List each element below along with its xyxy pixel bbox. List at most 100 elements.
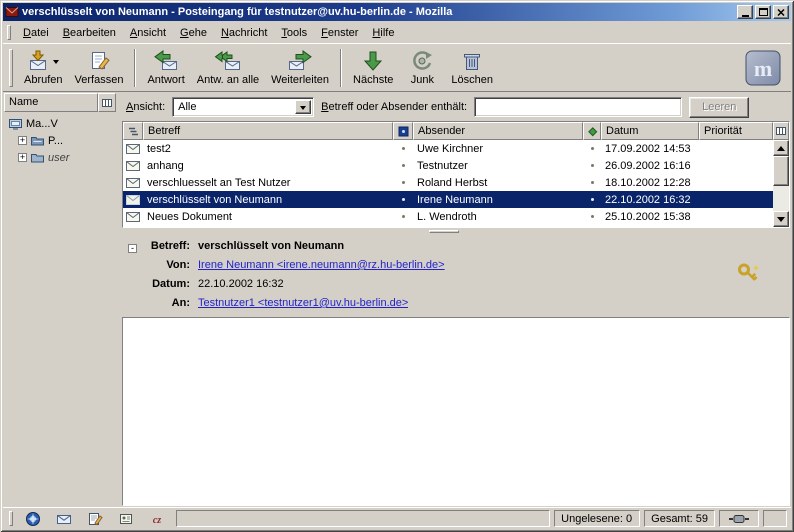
close-button[interactable] <box>773 5 789 19</box>
message-row-selected[interactable]: verschlüsselt von Neumann Irene Neumann … <box>123 191 773 208</box>
date-value: 22.10.2002 16:32 <box>198 278 284 290</box>
message-row[interactable]: Neues Dokument L. Wendroth 25.10.2002 15… <box>123 208 773 225</box>
menu-hilfe[interactable]: Hilfe <box>365 24 401 42</box>
folder-column-picker-button[interactable] <box>98 93 116 112</box>
get-mail-dropdown-icon[interactable] <box>51 51 62 71</box>
flag-cell[interactable] <box>393 147 413 150</box>
envelope-icon <box>123 161 143 171</box>
compose-button[interactable]: Verfassen <box>69 46 130 90</box>
date-column-header[interactable]: Datum <box>601 122 699 140</box>
mozilla-logo[interactable]: m <box>745 50 781 86</box>
read-dot-icon <box>591 215 594 218</box>
header-twisty-icon[interactable]: - <box>128 244 137 253</box>
forward-button[interactable]: Weiterleiten <box>265 46 335 90</box>
flag-column-header[interactable] <box>393 122 413 140</box>
menu-datei[interactable]: Datei <box>16 24 56 42</box>
folder-item-user[interactable]: + user <box>4 149 116 166</box>
security-key-icon[interactable] <box>736 261 760 285</box>
navigator-icon[interactable] <box>24 511 42 527</box>
online-status-panel[interactable] <box>719 510 759 527</box>
to-address-link[interactable]: Testnutzer1 <testnutzer1@uv.hu-berlin.de… <box>198 297 408 309</box>
flag-icon <box>398 126 409 137</box>
next-button[interactable]: Nächste <box>347 46 399 90</box>
scrollbar-thumb[interactable] <box>773 156 789 186</box>
menu-gehe[interactable]: Gehe <box>173 24 214 42</box>
message-pane-splitter[interactable] <box>122 228 790 235</box>
reply-button[interactable]: Antwort <box>141 46 190 90</box>
menu-bar: Datei Bearbeiten Ansicht Gehe Nachricht … <box>3 22 791 43</box>
from-address-link[interactable]: Irene Neumann <irene.neumann@rz.hu-berli… <box>198 259 445 271</box>
title-bar[interactable]: verschlüsselt von Neumann - Posteingang … <box>3 3 791 21</box>
address-book-icon[interactable] <box>117 511 135 527</box>
menu-tools[interactable]: Tools <box>274 24 314 42</box>
read-cell[interactable] <box>583 198 601 201</box>
read-column-header[interactable] <box>583 122 601 140</box>
scroll-up-button[interactable] <box>773 140 789 156</box>
get-mail-button[interactable]: Abrufen <box>18 46 69 90</box>
read-cell[interactable] <box>583 147 601 150</box>
read-dot-icon <box>591 147 594 150</box>
sender-column-header[interactable]: Absender <box>413 122 583 140</box>
read-cell[interactable] <box>583 215 601 218</box>
message-row[interactable]: test2 Uwe Kirchner 17.09.2002 14:53 <box>123 140 773 157</box>
menu-ansicht[interactable]: Ansicht <box>123 24 173 42</box>
folder-item-inbox[interactable]: + P... <box>4 132 116 149</box>
composer-icon[interactable] <box>86 511 104 527</box>
statusbar-grippy[interactable] <box>9 511 13 526</box>
flag-cell[interactable] <box>393 215 413 218</box>
thread-list-scrollbar[interactable] <box>773 122 789 227</box>
flag-cell[interactable] <box>393 181 413 184</box>
clear-button[interactable]: Leeren <box>689 97 749 118</box>
subject-column-header[interactable]: Betreff <box>143 122 393 140</box>
thread-column-header[interactable] <box>123 122 143 140</box>
menu-nachricht[interactable]: Nachricht <box>214 24 274 42</box>
junk-button[interactable]: Junk <box>399 46 445 90</box>
folder-item-account[interactable]: Ma...V <box>4 115 116 132</box>
message-body[interactable] <box>122 317 790 506</box>
minimize-button[interactable] <box>737 5 753 19</box>
scroll-down-button[interactable] <box>773 211 789 227</box>
expander-icon[interactable]: + <box>18 153 27 162</box>
date-label: Datum: <box>128 278 190 290</box>
search-input[interactable] <box>474 97 682 117</box>
flag-cell[interactable] <box>393 164 413 167</box>
reply-all-button[interactable]: Antw. an alle <box>191 46 265 90</box>
delete-button[interactable]: Löschen <box>445 46 499 90</box>
compose-label: Verfassen <box>75 74 124 86</box>
message-row[interactable]: anhang Testnutzer 26.09.2002 16:16 <box>123 157 773 174</box>
window-icon <box>5 5 19 19</box>
toolbar-grippy[interactable] <box>9 49 13 87</box>
menubar-grippy[interactable] <box>7 25 11 40</box>
read-cell[interactable] <box>583 181 601 184</box>
menu-bearbeiten[interactable]: Bearbeiten <box>56 24 123 42</box>
message-row[interactable]: verschluesselt an Test Nutzer Roland Her… <box>123 174 773 191</box>
envelope-icon <box>123 178 143 188</box>
junk-icon <box>409 50 435 72</box>
status-bar: cz Ungelesene: 0 Gesamt: 59 <box>3 507 791 529</box>
mail-icon[interactable] <box>55 511 73 527</box>
maximize-button[interactable] <box>755 5 771 19</box>
toolbar-separator <box>340 49 342 87</box>
view-select[interactable]: Alle <box>172 97 314 117</box>
arrow-down-icon <box>777 217 785 226</box>
priority-column-header[interactable]: Priorität <box>699 122 773 140</box>
chevron-down-icon[interactable] <box>295 100 311 114</box>
folder-column-header[interactable]: Name <box>4 93 98 112</box>
read-dot-icon <box>591 198 594 201</box>
folder-label: Ma...V <box>26 118 58 130</box>
chatzilla-icon[interactable]: cz <box>148 511 166 527</box>
envelope-icon <box>123 144 143 154</box>
junk-label: Junk <box>411 74 434 86</box>
delete-icon <box>459 50 485 72</box>
splitter-grip-icon[interactable] <box>429 230 459 233</box>
flag-cell[interactable] <box>393 198 413 201</box>
mail-toolbar: Abrufen Verfassen Antwort <box>3 43 791 92</box>
message-subject: Neues Dokument <box>143 211 393 223</box>
thread-icon <box>127 125 139 137</box>
message-sender: Roland Herbst <box>413 177 583 189</box>
list-column-picker-button[interactable] <box>773 122 789 140</box>
expander-icon[interactable]: + <box>18 136 27 145</box>
read-cell[interactable] <box>583 164 601 167</box>
forward-icon <box>287 50 313 72</box>
menu-fenster[interactable]: Fenster <box>314 24 365 42</box>
